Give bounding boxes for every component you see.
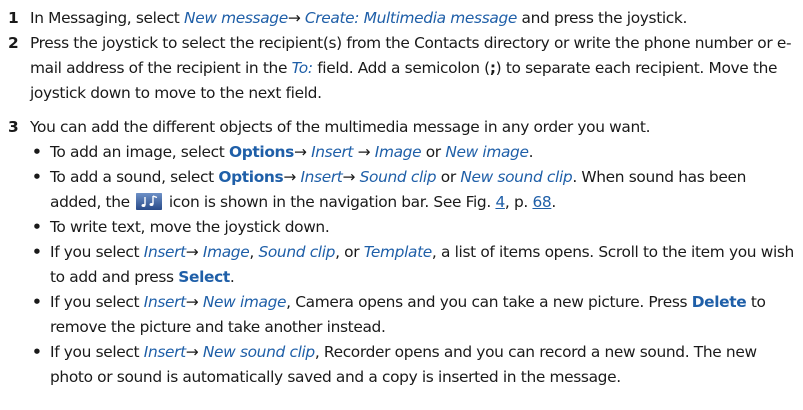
cmd-select: Select — [178, 268, 230, 286]
step-intro: You can add the different objects of the… — [30, 118, 651, 136]
arrow: → — [342, 168, 360, 186]
music-note-icon — [136, 193, 163, 210]
menu-template: Template — [363, 243, 432, 261]
page-link[interactable]: 68 — [532, 193, 551, 211]
menu-new-image: New image — [445, 143, 529, 161]
item-text: . — [528, 143, 534, 161]
item-text: . — [551, 193, 556, 211]
menu-new-message: New message — [184, 9, 288, 27]
menu-image: Image — [374, 143, 422, 161]
step-text: field. Add a semicolon ( — [312, 59, 490, 77]
menu-new-sound-clip: New sound clip — [460, 168, 573, 186]
bullet: • — [32, 168, 42, 186]
step-number: 2 — [8, 34, 19, 52]
item-text: , p. — [504, 193, 533, 211]
menu-sound-clip: Sound clip — [258, 243, 336, 261]
cmd-delete: Delete — [691, 293, 747, 311]
arrow: → — [185, 293, 203, 311]
arrow: → — [185, 343, 203, 361]
menu-sound-clip: Sound clip — [359, 168, 437, 186]
item-text: To add a sound, select — [50, 168, 219, 186]
item-text: , or — [335, 243, 364, 261]
menu-insert: Insert — [143, 343, 186, 361]
step-2: 2 Press the joystick to select the recip… — [8, 31, 800, 106]
menu-insert: Insert — [311, 143, 354, 161]
menu-insert: Insert — [143, 243, 186, 261]
list-item: • If you select Insert→ Image, Sound cli… — [30, 240, 800, 290]
menu-image: Image — [202, 243, 250, 261]
bullet-list: • To add an image, select Options→ Inser… — [30, 140, 800, 390]
bullet: • — [32, 343, 42, 361]
menu-new-image: New image — [202, 293, 287, 311]
step-text: and press the joystick. — [516, 9, 688, 27]
item-text: To add an image, select — [50, 143, 229, 161]
menu-insert: Insert — [300, 168, 343, 186]
arrow: → — [293, 143, 312, 161]
menu-create-multimedia: Create: Multimedia message — [304, 9, 517, 27]
list-item: • To add a sound, select Options→ Insert… — [30, 165, 800, 215]
cmd-options: Options — [228, 143, 294, 161]
step-number: 3 — [8, 118, 19, 136]
item-text: or — [421, 143, 446, 161]
item-text: , Camera opens and you can take a new pi… — [286, 293, 692, 311]
field-to: To: — [291, 59, 313, 77]
list-item: • To write text, move the joystick down. — [30, 215, 800, 240]
item-text: If you select — [50, 293, 144, 311]
cmd-options: Options — [218, 168, 284, 186]
item-text: To write text, move the joystick down. — [50, 218, 330, 236]
bullet: • — [32, 218, 42, 236]
list-item: • If you select Insert→ New sound clip, … — [30, 340, 800, 390]
list-item: • To add an image, select Options→ Inser… — [30, 140, 800, 165]
item-text: or — [436, 168, 461, 186]
manual-page: 1 In Messaging, select New message→ Crea… — [0, 0, 803, 410]
item-text: If you select — [50, 343, 144, 361]
arrow: → — [353, 143, 375, 161]
bullet: • — [32, 143, 42, 161]
item-text: If you select — [50, 243, 144, 261]
figure-link[interactable]: 4 — [495, 193, 505, 211]
step-1: 1 In Messaging, select New message→ Crea… — [8, 6, 800, 31]
menu-insert: Insert — [143, 293, 186, 311]
menu-new-sound-clip: New sound clip — [202, 343, 315, 361]
step-number: 1 — [8, 9, 19, 27]
arrow: → — [185, 243, 203, 261]
arrow: → — [287, 9, 305, 27]
bullet: • — [32, 243, 42, 261]
item-text: icon is shown in the navigation bar. See… — [164, 193, 496, 211]
step-text: In Messaging, select — [30, 9, 185, 27]
step-3: 3 You can add the different objects of t… — [8, 115, 800, 390]
bullet: • — [32, 293, 42, 311]
list-item: • If you select Insert→ New image, Camer… — [30, 290, 800, 340]
item-text: . — [229, 268, 235, 286]
arrow: → — [283, 168, 301, 186]
